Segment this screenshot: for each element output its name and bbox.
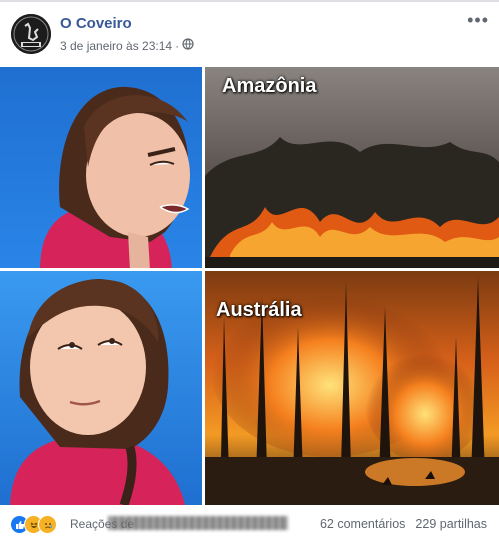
caption-australia: Austrália (216, 299, 302, 321)
reactions-summary[interactable] (10, 515, 57, 534)
comments-count-link[interactable]: 62 comentários (320, 517, 405, 531)
shares-count-link[interactable]: 229 partilhas (415, 517, 487, 531)
post-footer: Reações de 62 comentários 229 partilhas (0, 505, 499, 544)
separator-dot: · (175, 38, 180, 53)
top-divider (0, 0, 499, 2)
redacted-names (108, 516, 288, 530)
caption-amazonia: Amazônia (222, 75, 317, 97)
page-name-link[interactable]: O Coveiro (60, 15, 132, 32)
post-meta: 3 de janeiro às 23:14 · (60, 38, 194, 53)
post-image[interactable]: Amazônia Austrália (0, 67, 499, 505)
more-options-icon[interactable]: ••• (467, 10, 489, 31)
globe-icon (182, 38, 194, 53)
engagement-counts: 62 comentários 229 partilhas (320, 517, 487, 531)
sad-icon (38, 515, 57, 534)
post-timestamp[interactable]: 3 de janeiro às 23:14 (60, 39, 172, 53)
page-avatar[interactable] (11, 14, 51, 54)
